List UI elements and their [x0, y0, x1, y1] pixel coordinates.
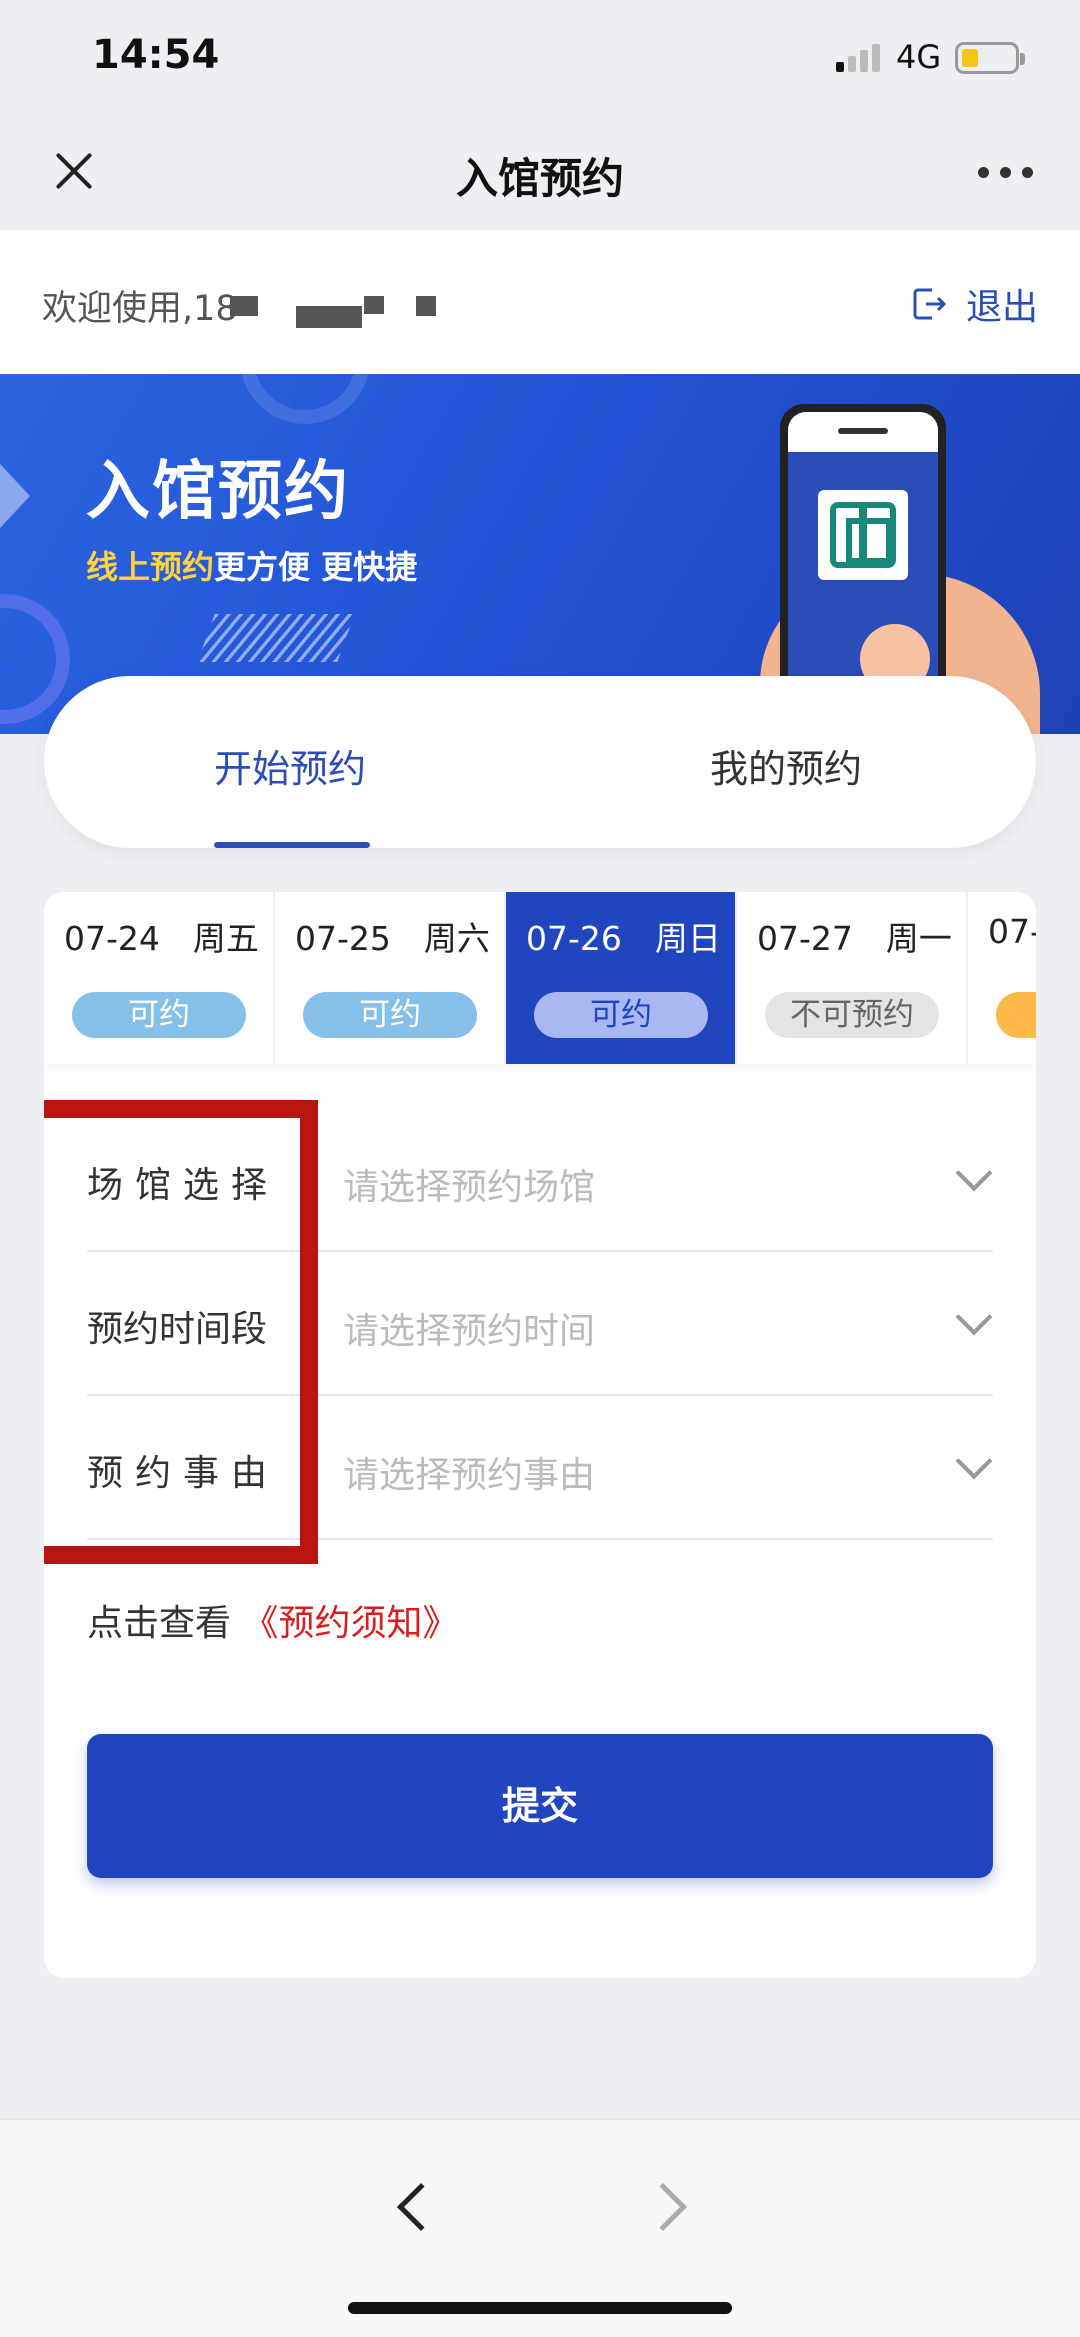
- date-status-badge: [996, 992, 1036, 1038]
- redaction-mask: [416, 296, 436, 316]
- welcome-text: 欢迎使用,18: [42, 289, 238, 329]
- booking-form-card: 07-24 周五 可约 07-25 周六 可约 07-26 周日 可约 07-2…: [44, 892, 1036, 1978]
- venue-label: 场馆选择: [87, 1165, 280, 1206]
- logout-button[interactable]: 退出: [912, 278, 1038, 330]
- date-status-badge: 可约: [534, 992, 708, 1038]
- date-label: 07-27 周一: [757, 919, 952, 958]
- redaction-mask: [364, 296, 384, 314]
- tab-card: 开始预约 我的预约: [44, 676, 1036, 848]
- banner-subtitle-rest: 更方便 更快捷: [214, 548, 418, 586]
- nav-bar: 入馆预约: [0, 115, 1080, 230]
- logout-label: 退出: [965, 287, 1038, 328]
- date-option[interactable]: 07-: [968, 892, 1036, 1064]
- logout-icon: [913, 288, 947, 320]
- decorative-triangle: [0, 464, 30, 528]
- date-status-badge: 可约: [72, 992, 246, 1038]
- forward-icon[interactable]: [638, 2182, 688, 2232]
- date-status-badge: 可约: [303, 992, 477, 1038]
- date-option[interactable]: 07-24 周五 可约: [44, 892, 275, 1064]
- banner-title: 入馆预约: [86, 455, 350, 529]
- tab-active-indicator: [214, 842, 370, 848]
- venue-select[interactable]: 场馆选择 请选择预约场馆: [87, 1108, 993, 1252]
- time-slot-select[interactable]: 预约时间段 请选择预约时间: [87, 1252, 993, 1396]
- reason-select[interactable]: 预约事由 请选择预约事由: [87, 1396, 993, 1540]
- banner-subtitle-highlight: 线上预约: [86, 548, 215, 586]
- network-type: 4G: [896, 38, 942, 76]
- decorative-circle: [240, 374, 370, 424]
- redaction-mask: [296, 306, 362, 328]
- welcome-bar: 欢迎使用,18 退出: [0, 230, 1080, 374]
- date-option-selected[interactable]: 07-26 周日 可约: [506, 892, 737, 1064]
- date-label: 07-26 周日: [526, 919, 721, 958]
- status-time: 14:54: [92, 32, 220, 78]
- submit-button[interactable]: 提交: [87, 1734, 993, 1878]
- battery-icon: [955, 42, 1025, 74]
- status-bar: 14:54 4G: [0, 0, 1080, 115]
- banner-subtitle: 线上预约更方便 更快捷: [86, 542, 417, 588]
- bottom-nav-bar: [0, 2118, 1080, 2337]
- date-label: 07-25 周六: [295, 919, 490, 958]
- date-status-badge: 不可预约: [765, 992, 939, 1038]
- time-slot-label: 预约时间段: [87, 1309, 268, 1350]
- chevron-down-icon: [955, 1298, 993, 1336]
- more-icon[interactable]: [978, 167, 1034, 181]
- date-label: 07-24 周五: [64, 919, 259, 958]
- notice-prefix: 点击查看: [87, 1603, 232, 1644]
- back-icon[interactable]: [396, 2182, 446, 2232]
- decorative-stripes: [197, 614, 355, 662]
- tab-start-booking[interactable]: 开始预约: [214, 738, 366, 793]
- date-selector: 07-24 周五 可约 07-25 周六 可约 07-26 周日 可约 07-2…: [44, 892, 1036, 1064]
- decorative-circle: [0, 594, 70, 724]
- date-option[interactable]: 07-27 周一 不可预约: [737, 892, 968, 1064]
- booking-rules-link[interactable]: 《预约须知》: [242, 1603, 458, 1644]
- signal-icon: [836, 44, 882, 72]
- reason-label: 预约事由: [87, 1453, 280, 1494]
- chevron-down-icon: [955, 1154, 993, 1192]
- date-option[interactable]: 07-25 周六 可约: [275, 892, 506, 1064]
- redaction-mask: [230, 296, 258, 316]
- reason-placeholder: 请选择预约事由: [343, 1455, 596, 1496]
- home-indicator: [348, 2302, 732, 2314]
- page-title: 入馆预约: [455, 154, 624, 203]
- date-label: 07-: [988, 912, 1036, 951]
- venue-placeholder: 请选择预约场馆: [343, 1167, 596, 1208]
- tab-my-bookings[interactable]: 我的预约: [710, 738, 862, 793]
- notice-line: 点击查看 《预约须知》: [87, 1594, 458, 1646]
- time-slot-placeholder: 请选择预约时间: [343, 1311, 596, 1352]
- library-logo-icon: [818, 490, 908, 580]
- chevron-down-icon: [955, 1442, 993, 1480]
